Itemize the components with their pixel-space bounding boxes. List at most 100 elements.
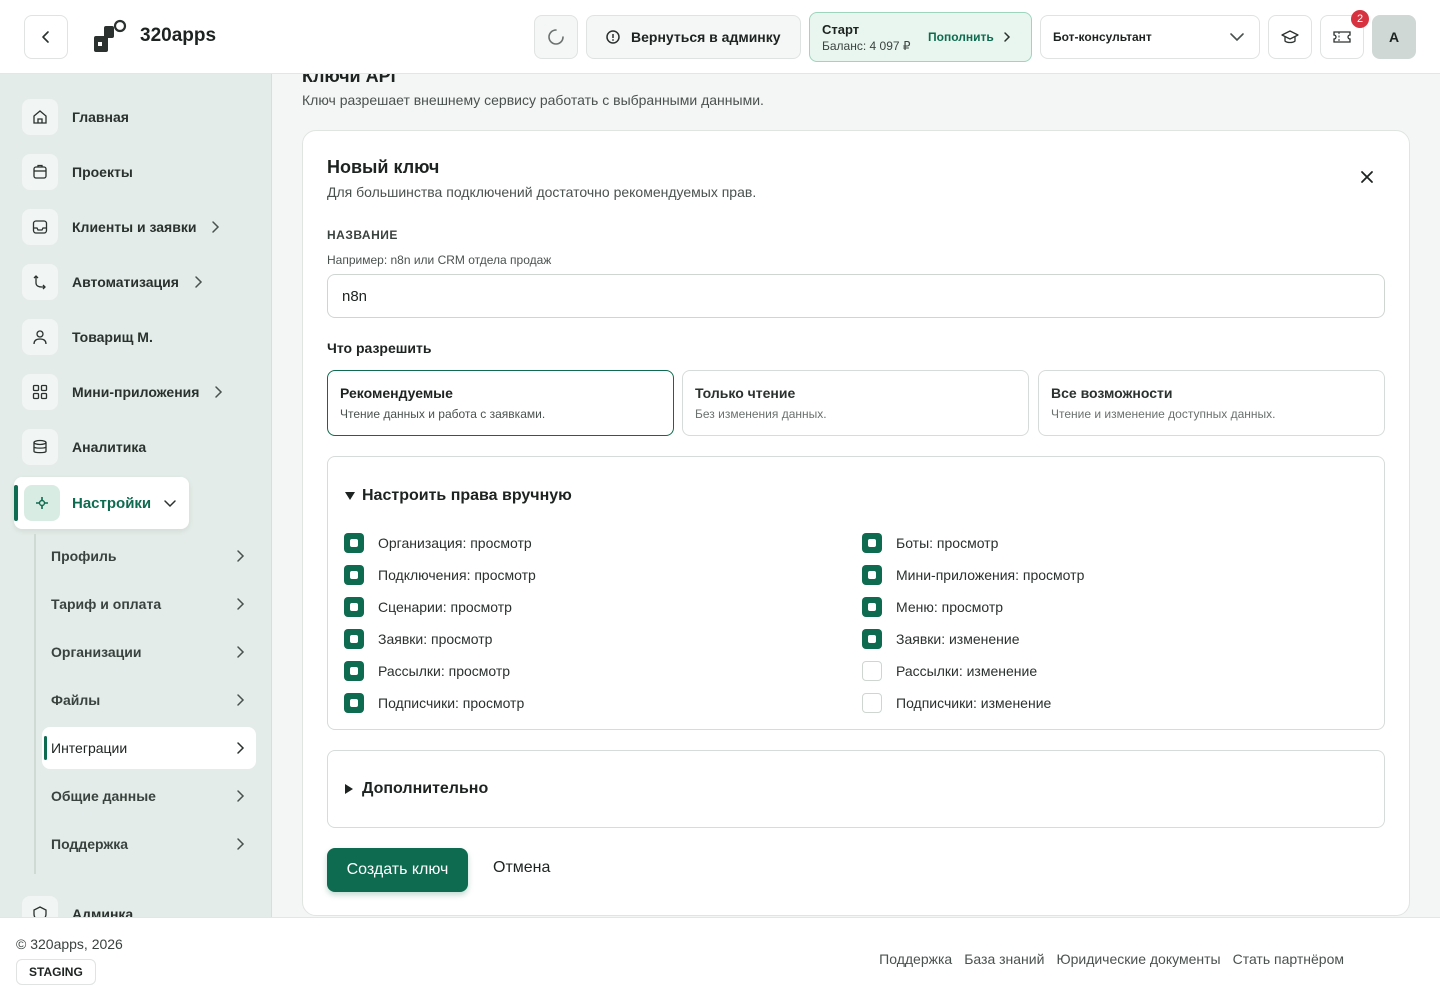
permission-checkbox-row[interactable]: Организация: просмотр <box>344 533 532 553</box>
sidebar-item-settings[interactable]: Настройки <box>14 477 189 529</box>
graduation-cap-icon <box>1281 30 1299 44</box>
new-key-card: Новый ключ Для большинства подключений д… <box>302 130 1410 916</box>
preset-full-access[interactable]: Все возможности Чтение и изменение досту… <box>1038 370 1385 436</box>
spinner-icon <box>548 29 564 45</box>
checkbox-checked[interactable] <box>344 597 364 617</box>
footer-link-knowledge-base[interactable]: База знаний <box>964 951 1044 967</box>
back-button[interactable] <box>24 15 68 59</box>
close-icon[interactable] <box>1359 169 1375 185</box>
sidebar-item-mini-apps[interactable]: Мини-приложения <box>22 372 223 412</box>
sidebar-subitem-billing[interactable]: Тариф и оплата <box>51 584 251 624</box>
sidebar-item-automation[interactable]: Автоматизация <box>22 262 203 302</box>
checkbox-checked[interactable] <box>344 629 364 649</box>
page-description: Ключ разрешает внешнему сервису работать… <box>302 92 764 108</box>
sidebar-item-comrade[interactable]: Товарищ М. <box>22 317 153 357</box>
academy-button[interactable] <box>1268 15 1312 59</box>
checkbox-checked[interactable] <box>862 565 882 585</box>
refresh-button[interactable] <box>534 15 578 59</box>
permission-checkbox-row[interactable]: Заявки: просмотр <box>344 629 492 649</box>
sidebar-subitem-integrations[interactable]: Интеграции <box>51 728 251 768</box>
permission-checkbox-row[interactable]: Подписчики: изменение <box>862 693 1051 713</box>
sidebar-item-label: Мини-приложения <box>72 384 200 400</box>
chevron-right-icon <box>237 598 245 610</box>
checkbox-checked[interactable] <box>862 533 882 553</box>
permission-checkbox-row[interactable]: Боты: просмотр <box>862 533 998 553</box>
plan-balance-box: Старт Баланс: 4 097 ₽ Пополнить <box>809 12 1032 62</box>
sidebar-subitem-shared-data[interactable]: Общие данные <box>51 776 251 816</box>
permission-label: Мини-приложения: просмотр <box>896 567 1085 583</box>
checkbox-checked[interactable] <box>344 565 364 585</box>
topup-link[interactable]: Пополнить <box>928 30 1012 44</box>
sidebar-item-admin[interactable]: Админка <box>22 894 133 917</box>
key-name-input[interactable] <box>327 274 1385 318</box>
permission-checkbox-row[interactable]: Рассылки: изменение <box>862 661 1037 681</box>
permission-label: Подписчики: изменение <box>896 695 1052 711</box>
environment-badge: STAGING <box>16 959 96 985</box>
permission-checkbox-row[interactable]: Сценарии: просмотр <box>344 597 512 617</box>
footer-link-legal[interactable]: Юридические документы <box>1056 951 1220 967</box>
chevron-down-icon <box>1230 33 1244 42</box>
brand-name: 320apps <box>140 25 217 46</box>
name-field-hint: Например: n8n или CRM отдела продаж <box>327 253 552 267</box>
chevron-left-icon <box>42 31 49 43</box>
footer-link-partner[interactable]: Стать партнёром <box>1233 951 1344 967</box>
card-subtitle: Для большинства подключений достаточно р… <box>327 184 757 200</box>
permissions-label: Что разрешить <box>327 340 432 356</box>
sidebar-item-label: Админка <box>72 906 134 917</box>
create-key-button[interactable]: Создать ключ <box>327 848 468 892</box>
admin-icon <box>606 30 620 44</box>
submenu-line <box>34 534 36 874</box>
checkbox-checked[interactable] <box>862 597 882 617</box>
bot-select[interactable]: Бот-консультант <box>1040 15 1260 59</box>
preset-description: Без изменения данных. <box>695 407 827 421</box>
preset-read-only[interactable]: Только чтение Без изменения данных. <box>682 370 1029 436</box>
sidebar-subitem-files[interactable]: Файлы <box>51 680 251 720</box>
copyright: © 320apps, 2026 <box>16 936 123 952</box>
page-title: Ключи API <box>302 74 396 86</box>
checkbox-checked[interactable] <box>344 533 364 553</box>
preset-title: Рекомендуемые <box>340 385 453 401</box>
permission-checkbox-row[interactable]: Рассылки: просмотр <box>344 661 510 681</box>
sidebar-item-analytics[interactable]: Аналитика <box>22 427 146 467</box>
checkbox-unchecked[interactable] <box>862 661 882 681</box>
checkbox-checked[interactable] <box>344 661 364 681</box>
advanced-toggle[interactable]: Дополнительно <box>344 780 488 798</box>
tickets-button[interactable]: 2 <box>1320 10 1369 59</box>
sidebar-subitem-support[interactable]: Поддержка <box>51 824 251 864</box>
permission-checkbox-row[interactable]: Заявки: изменение <box>862 629 1020 649</box>
logo-icon <box>94 19 127 52</box>
footer-link-support[interactable]: Поддержка <box>879 951 952 967</box>
manual-permissions-toggle[interactable]: Настроить права вручную <box>344 487 572 505</box>
checkbox-checked[interactable] <box>344 693 364 713</box>
permission-label: Рассылки: изменение <box>896 663 1038 679</box>
sidebar-item-clients[interactable]: Клиенты и заявки <box>22 207 220 247</box>
checkbox-unchecked[interactable] <box>862 693 882 713</box>
sidebar-subitem-label: Поддержка <box>51 836 129 852</box>
back-to-admin-label: Вернуться в админку <box>631 29 781 45</box>
cancel-button[interactable]: Отмена <box>493 859 550 877</box>
sidebar-item-home[interactable]: Главная <box>22 97 129 137</box>
triangle-right-icon <box>345 784 353 794</box>
preset-title: Только чтение <box>695 385 796 401</box>
sidebar-item-label: Клиенты и заявки <box>72 219 197 235</box>
back-to-admin-button[interactable]: Вернуться в админку <box>586 15 801 59</box>
preset-recommended[interactable]: Рекомендуемые Чтение данных и работа с з… <box>327 370 674 436</box>
bot-select-value: Бот-консультант <box>1053 30 1152 44</box>
permission-label: Меню: просмотр <box>896 599 1004 615</box>
plan-balance: Баланс: 4 097 ₽ <box>822 39 911 53</box>
avatar[interactable]: A <box>1372 15 1416 59</box>
sidebar-item-projects[interactable]: Проекты <box>22 152 133 192</box>
main-content: Ключи API Ключ разрешает внешнему сервис… <box>272 74 1440 917</box>
permission-checkbox-row[interactable]: Подключения: просмотр <box>344 565 536 585</box>
chevron-right-icon <box>195 276 202 288</box>
permission-checkbox-row[interactable]: Мини-приложения: просмотр <box>862 565 1084 585</box>
checkbox-checked[interactable] <box>862 629 882 649</box>
sidebar-subitem-organizations[interactable]: Организации <box>51 632 251 672</box>
advanced-label: Дополнительно <box>362 780 489 797</box>
sidebar-subitem-profile[interactable]: Профиль <box>51 536 251 576</box>
permission-checkbox-row[interactable]: Меню: просмотр <box>862 597 1003 617</box>
chevron-right-icon <box>237 646 245 658</box>
permission-checkbox-row[interactable]: Подписчики: просмотр <box>344 693 524 713</box>
permission-label: Подписчики: просмотр <box>378 695 525 711</box>
chevron-right-icon <box>237 742 245 754</box>
